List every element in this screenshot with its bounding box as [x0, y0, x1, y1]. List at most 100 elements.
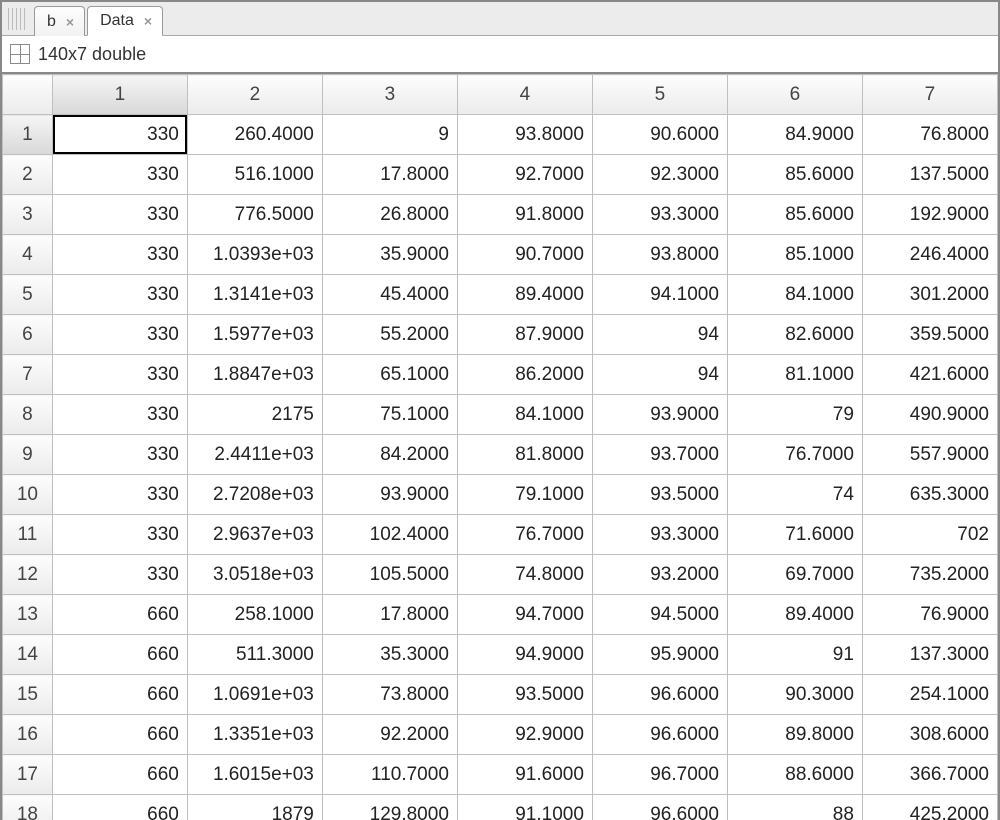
cell[interactable]: 110.7000: [322, 755, 457, 795]
cell[interactable]: 65.1000: [322, 355, 457, 395]
cell[interactable]: 2.9637e+03: [187, 515, 322, 555]
cell[interactable]: 95.9000: [592, 635, 727, 675]
cell[interactable]: 1.6015e+03: [187, 755, 322, 795]
cell[interactable]: 260.4000: [187, 115, 322, 155]
data-grid-scroll[interactable]: 1234567 1330260.4000993.800090.600084.90…: [2, 74, 998, 820]
cell[interactable]: 137.5000: [862, 155, 997, 195]
cell[interactable]: 92.3000: [592, 155, 727, 195]
cell[interactable]: 76.8000: [862, 115, 997, 155]
row-header[interactable]: 8: [3, 395, 53, 435]
cell[interactable]: 93.8000: [592, 235, 727, 275]
row-header[interactable]: 6: [3, 315, 53, 355]
row-header[interactable]: 3: [3, 195, 53, 235]
row-header[interactable]: 9: [3, 435, 53, 475]
column-header[interactable]: 7: [862, 75, 997, 115]
cell[interactable]: 330: [52, 235, 187, 275]
cell[interactable]: 96.6000: [592, 795, 727, 820]
cell[interactable]: 516.1000: [187, 155, 322, 195]
cell[interactable]: 330: [52, 195, 187, 235]
cell[interactable]: 92.9000: [457, 715, 592, 755]
cell[interactable]: 89.8000: [727, 715, 862, 755]
close-icon[interactable]: ×: [66, 14, 74, 30]
cell[interactable]: 89.4000: [457, 275, 592, 315]
cell[interactable]: 660: [52, 595, 187, 635]
cell[interactable]: 254.1000: [862, 675, 997, 715]
cell[interactable]: 660: [52, 715, 187, 755]
cell[interactable]: 75.1000: [322, 395, 457, 435]
cell[interactable]: 660: [52, 795, 187, 820]
cell[interactable]: 330: [52, 275, 187, 315]
cell[interactable]: 84.9000: [727, 115, 862, 155]
cell[interactable]: 776.5000: [187, 195, 322, 235]
cell[interactable]: 82.6000: [727, 315, 862, 355]
close-icon[interactable]: ×: [144, 13, 152, 29]
row-header[interactable]: 11: [3, 515, 53, 555]
cell[interactable]: 73.8000: [322, 675, 457, 715]
row-header[interactable]: 2: [3, 155, 53, 195]
drag-handle-icon[interactable]: [8, 8, 28, 30]
row-header[interactable]: 16: [3, 715, 53, 755]
cell[interactable]: 94.9000: [457, 635, 592, 675]
row-header[interactable]: 10: [3, 475, 53, 515]
cell[interactable]: 26.8000: [322, 195, 457, 235]
cell[interactable]: 94.7000: [457, 595, 592, 635]
cell[interactable]: 359.5000: [862, 315, 997, 355]
cell[interactable]: 69.7000: [727, 555, 862, 595]
column-header[interactable]: 3: [322, 75, 457, 115]
tab-b[interactable]: b×: [34, 6, 85, 36]
cell[interactable]: 90.6000: [592, 115, 727, 155]
column-header[interactable]: 6: [727, 75, 862, 115]
cell[interactable]: 137.3000: [862, 635, 997, 675]
tab-data[interactable]: Data×: [87, 6, 163, 36]
cell[interactable]: 91.1000: [457, 795, 592, 820]
cell[interactable]: 94: [592, 315, 727, 355]
column-header[interactable]: 2: [187, 75, 322, 115]
row-header[interactable]: 4: [3, 235, 53, 275]
cell[interactable]: 129.8000: [322, 795, 457, 820]
cell[interactable]: 89.4000: [727, 595, 862, 635]
cell[interactable]: 96.7000: [592, 755, 727, 795]
cell[interactable]: 71.6000: [727, 515, 862, 555]
cell[interactable]: 660: [52, 755, 187, 795]
cell[interactable]: 74.8000: [457, 555, 592, 595]
cell[interactable]: 330: [52, 475, 187, 515]
cell[interactable]: 86.2000: [457, 355, 592, 395]
cell[interactable]: 660: [52, 675, 187, 715]
cell[interactable]: 96.6000: [592, 675, 727, 715]
cell[interactable]: 557.9000: [862, 435, 997, 475]
cell[interactable]: 35.3000: [322, 635, 457, 675]
cell[interactable]: 85.1000: [727, 235, 862, 275]
cell[interactable]: 330: [52, 515, 187, 555]
cell[interactable]: 93.3000: [592, 515, 727, 555]
cell[interactable]: 87.9000: [457, 315, 592, 355]
cell[interactable]: 79: [727, 395, 862, 435]
cell[interactable]: 91: [727, 635, 862, 675]
cell[interactable]: 93.3000: [592, 195, 727, 235]
cell[interactable]: 330: [52, 435, 187, 475]
cell[interactable]: 3.0518e+03: [187, 555, 322, 595]
cell[interactable]: 2.7208e+03: [187, 475, 322, 515]
cell[interactable]: 258.1000: [187, 595, 322, 635]
cell[interactable]: 79.1000: [457, 475, 592, 515]
cell[interactable]: 88.6000: [727, 755, 862, 795]
cell[interactable]: 76.7000: [727, 435, 862, 475]
cell[interactable]: 74: [727, 475, 862, 515]
cell[interactable]: 511.3000: [187, 635, 322, 675]
cell[interactable]: 35.9000: [322, 235, 457, 275]
cell[interactable]: 1.0691e+03: [187, 675, 322, 715]
row-header[interactable]: 1: [3, 115, 53, 155]
cell[interactable]: 366.7000: [862, 755, 997, 795]
cell[interactable]: 94: [592, 355, 727, 395]
cell[interactable]: 92.7000: [457, 155, 592, 195]
cell[interactable]: 330: [52, 355, 187, 395]
cell[interactable]: 92.2000: [322, 715, 457, 755]
cell[interactable]: 94.1000: [592, 275, 727, 315]
cell[interactable]: 91.8000: [457, 195, 592, 235]
cell[interactable]: 90.7000: [457, 235, 592, 275]
cell[interactable]: 85.6000: [727, 195, 862, 235]
cell[interactable]: 84.2000: [322, 435, 457, 475]
row-header[interactable]: 17: [3, 755, 53, 795]
cell[interactable]: 88: [727, 795, 862, 820]
cell[interactable]: 2175: [187, 395, 322, 435]
cell[interactable]: 91.6000: [457, 755, 592, 795]
